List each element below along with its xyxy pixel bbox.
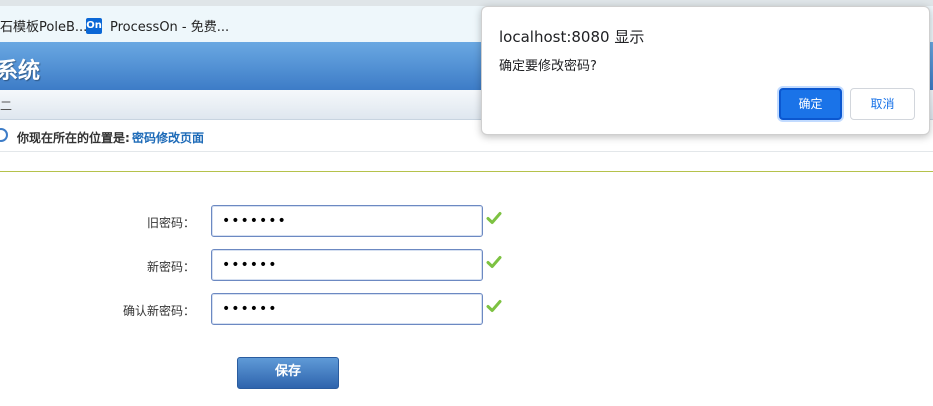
dialog-title: localhost:8080 显示 xyxy=(499,28,645,46)
processon-icon: On xyxy=(86,17,102,34)
dialog-message: 确定要修改密码? xyxy=(499,59,597,74)
confirm-password-label: 确认新密码： xyxy=(122,304,195,318)
save-button[interactable]: 保存 xyxy=(237,357,339,389)
checkmark-icon xyxy=(486,256,502,268)
old-password-input[interactable]: ••••••• xyxy=(211,205,483,237)
bookmark-item[interactable]: 石模板PoleB... xyxy=(0,16,87,35)
old-password-label: 旧密码： xyxy=(146,216,195,230)
breadcrumb-current[interactable]: 密码修改页面 xyxy=(132,129,204,146)
section-divider xyxy=(0,171,933,172)
confirm-dialog: localhost:8080 显示 确定要修改密码? 确定 取消 xyxy=(481,6,930,135)
location-icon xyxy=(0,128,8,142)
bookmark-processon[interactable]: On ProcessOn - 免费... xyxy=(86,16,229,35)
checkmark-icon xyxy=(486,300,502,312)
dialog-cancel-button[interactable]: 取消 xyxy=(850,88,915,120)
bookmark-label: ProcessOn - 免费... xyxy=(110,20,230,35)
app-title: 系统 xyxy=(0,59,41,84)
sub-nav-text: 二 xyxy=(0,99,13,113)
dialog-ok-button[interactable]: 确定 xyxy=(779,88,842,120)
new-password-label: 新密码： xyxy=(146,260,195,274)
checkmark-icon xyxy=(486,212,502,224)
new-password-input[interactable]: •••••• xyxy=(211,249,483,281)
breadcrumb-label: 你现在所在的位置是: xyxy=(17,131,130,145)
confirm-password-input[interactable]: •••••• xyxy=(211,293,483,325)
